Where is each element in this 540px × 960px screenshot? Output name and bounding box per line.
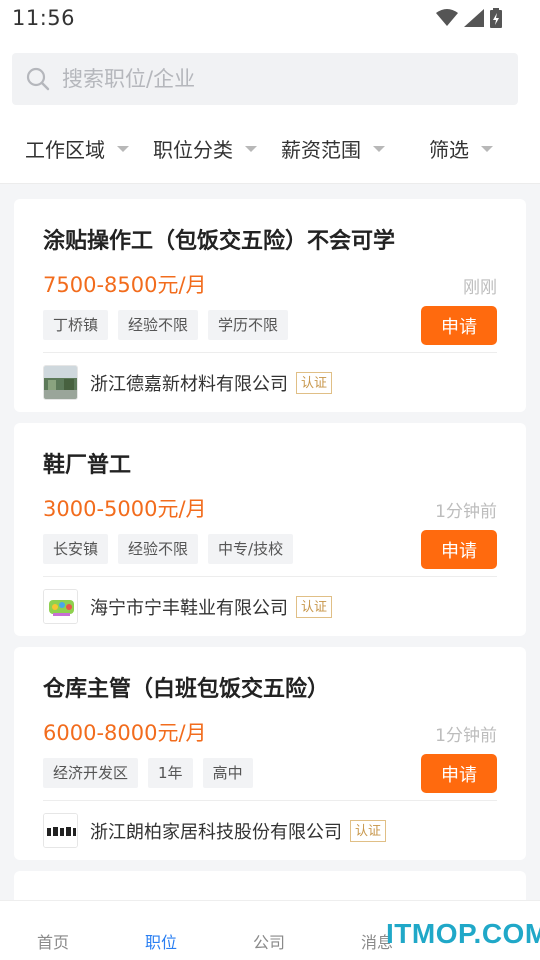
- job-title: 鞋厂普工: [43, 453, 132, 478]
- caret-down-icon: [481, 145, 493, 152]
- verified-badge: 认证: [296, 371, 333, 394]
- company-row[interactable]: 海宁市宁丰鞋业有限公司 认证: [43, 589, 333, 624]
- job-posted-time: 1分钟前: [435, 726, 497, 746]
- status-icons: [436, 8, 502, 32]
- company-name: 海宁市宁丰鞋业有限公司: [90, 597, 288, 619]
- signal-icon: [464, 9, 484, 31]
- job-salary: 3000-5000元/月: [43, 497, 207, 521]
- job-tag: 学历不限: [208, 310, 289, 340]
- search-input[interactable]: [62, 61, 502, 97]
- filter-salary[interactable]: 薪资范围: [281, 134, 385, 163]
- company-logo: [43, 365, 78, 400]
- job-tag: 经验不限: [118, 534, 199, 564]
- filter-more[interactable]: 筛选: [429, 134, 493, 163]
- status-time: 11:56: [12, 6, 76, 30]
- search-icon: [26, 67, 50, 95]
- job-tags: 经济开发区 1年 高中: [43, 758, 253, 788]
- tab-jobs[interactable]: 职位: [145, 929, 177, 953]
- filter-area[interactable]: 工作区域: [25, 134, 129, 163]
- job-posted-time: 刚刚: [463, 278, 497, 298]
- company-row[interactable]: 浙江朗柏家居科技股份有限公司 认证: [43, 813, 387, 848]
- divider: [43, 800, 497, 801]
- job-tag: 1年: [148, 758, 193, 788]
- apply-button[interactable]: 申请: [421, 754, 497, 793]
- company-logo: [43, 813, 78, 848]
- job-tag: 经济开发区: [43, 758, 139, 788]
- job-card[interactable]: 鞋厂普工 3000-5000元/月 1分钟前 长安镇 经验不限 中专/技校 申请…: [14, 423, 526, 636]
- job-tag: 经验不限: [118, 310, 199, 340]
- job-card[interactable]: 涂贴操作工（包饭交五险）不会可学 7500-8500元/月 刚刚 丁桥镇 经验不…: [14, 199, 526, 412]
- filter-label: 筛选: [429, 138, 469, 162]
- job-title: 涂贴操作工（包饭交五险）不会可学: [43, 229, 396, 254]
- job-card[interactable]: 仓库主管（白班包饭交五险） 6000-8000元/月 1分钟前 经济开发区 1年…: [14, 647, 526, 860]
- company-logo: [43, 589, 78, 624]
- caret-down-icon: [117, 145, 129, 152]
- job-tags: 丁桥镇 经验不限 学历不限: [43, 310, 289, 340]
- filter-bar: 工作区域 职位分类 薪资范围 筛选: [0, 112, 540, 184]
- job-tags: 长安镇 经验不限 中专/技校: [43, 534, 294, 564]
- divider: [43, 576, 497, 577]
- search-area: [0, 36, 540, 112]
- job-tag: 高中: [202, 758, 253, 788]
- company-name: 浙江德嘉新材料有限公司: [90, 373, 288, 395]
- filter-label: 工作区域: [25, 138, 105, 162]
- job-title: 仓库主管（白班包饭交五险）: [43, 677, 330, 702]
- verified-badge: 认证: [350, 819, 387, 842]
- wifi-icon: [436, 9, 458, 31]
- filter-category[interactable]: 职位分类: [153, 134, 257, 163]
- apply-button[interactable]: 申请: [421, 306, 497, 345]
- job-salary: 7500-8500元/月: [43, 273, 207, 297]
- job-posted-time: 1分钟前: [435, 502, 497, 522]
- tab-companies[interactable]: 公司: [253, 929, 285, 953]
- job-salary: 6000-8000元/月: [43, 721, 207, 745]
- divider: [43, 352, 497, 353]
- job-tag: 丁桥镇: [43, 310, 109, 340]
- company-row[interactable]: 浙江德嘉新材料有限公司 认证: [43, 365, 333, 400]
- status-bar: 11:56: [0, 0, 540, 36]
- search-box[interactable]: [12, 53, 518, 105]
- verified-badge: 认证: [296, 595, 333, 618]
- caret-down-icon: [245, 145, 257, 152]
- company-name: 浙江朗柏家居科技股份有限公司: [90, 821, 342, 843]
- tab-home[interactable]: 首页: [37, 929, 69, 953]
- battery-icon: [490, 8, 502, 32]
- watermark-logo: ITMOP.COM: [386, 918, 540, 949]
- apply-button[interactable]: 申请: [421, 530, 497, 569]
- job-tag: 长安镇: [43, 534, 109, 564]
- job-tag: 中专/技校: [208, 534, 294, 564]
- filter-label: 职位分类: [153, 138, 233, 162]
- filter-label: 薪资范围: [281, 138, 361, 162]
- caret-down-icon: [373, 145, 385, 152]
